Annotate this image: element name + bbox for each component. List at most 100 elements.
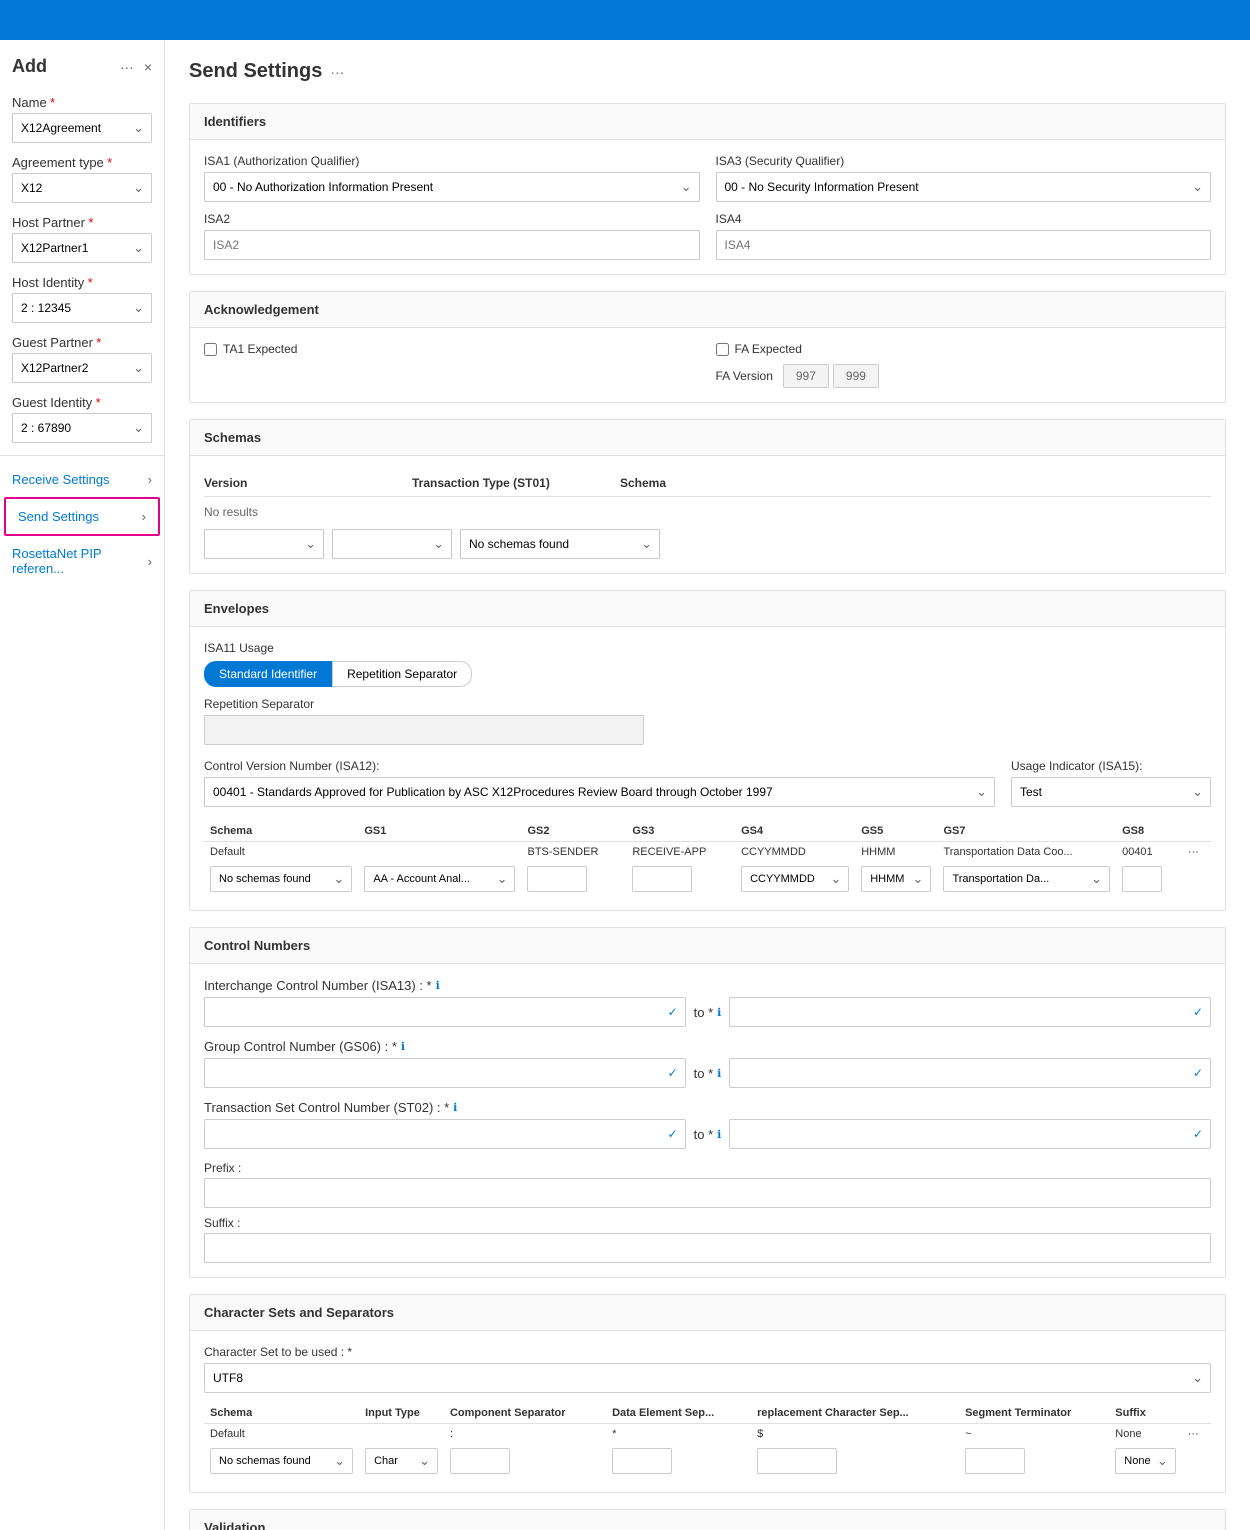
gs-gs5-select-wrapper[interactable]: HHMM: [861, 866, 931, 892]
toggle-standard-identifier-button[interactable]: Standard Identifier: [204, 661, 332, 687]
cs-schema-select[interactable]: No schemas found: [210, 1448, 353, 1474]
host-identity-select-wrapper[interactable]: 2 : 12345: [12, 293, 152, 323]
gs06-input[interactable]: 1: [204, 1058, 686, 1088]
isa1-label: ISA1 (Authorization Qualifier): [204, 154, 700, 168]
charset-select-wrapper[interactable]: UTF8: [204, 1363, 1211, 1393]
fa-checkbox[interactable]: [716, 343, 729, 356]
guest-identity-select[interactable]: 2 : 67890: [12, 413, 152, 443]
cs-suffix-select-wrapper[interactable]: None: [1115, 1448, 1175, 1474]
toggle-repetition-separator-button[interactable]: Repetition Separator: [332, 661, 472, 687]
host-partner-select[interactable]: X12Partner1: [12, 233, 152, 263]
name-field-group: Name * X12Agreement: [0, 89, 164, 149]
gs-gs7-select-wrapper[interactable]: Transportation Da...: [943, 866, 1110, 892]
isa3-label: ISA3 (Security Qualifier): [716, 154, 1212, 168]
cs-replacement-sep-input[interactable]: [757, 1448, 837, 1474]
cs-data-elem-sep-input[interactable]: [612, 1448, 672, 1474]
gs-gs5-select[interactable]: HHMM: [861, 866, 931, 892]
gs-gs7-select[interactable]: Transportation Da...: [943, 866, 1110, 892]
isa3-select-wrapper[interactable]: 00 - No Security Information Present: [716, 172, 1212, 202]
guest-identity-select-wrapper[interactable]: 2 : 67890: [12, 413, 152, 443]
guest-partner-select-wrapper[interactable]: X12Partner2: [12, 353, 152, 383]
send-settings-arrow-icon: ›: [142, 509, 146, 524]
gs-gs4-select[interactable]: CCYYMMDD: [741, 866, 849, 892]
sidebar-close-button[interactable]: ×: [144, 59, 152, 75]
ui-select[interactable]: Test: [1011, 777, 1211, 807]
isa2-input[interactable]: [204, 230, 700, 260]
gs-gs1-select-wrapper[interactable]: AA - Account Anal...: [364, 866, 515, 892]
gs-schema-select-cell: No schemas found: [204, 862, 358, 896]
cs-suffix-select[interactable]: None: [1115, 1448, 1175, 1474]
envelopes-section: Envelopes ISA11 Usage Standard Identifie…: [189, 590, 1226, 911]
host-partner-select-wrapper[interactable]: X12Partner1: [12, 233, 152, 263]
page-title: Send Settings: [189, 60, 322, 83]
isa13-input[interactable]: 1: [204, 997, 686, 1027]
gs06-to-input[interactable]: 999999999: [729, 1058, 1211, 1088]
gs-gs3-input-cell: [626, 862, 735, 896]
gs-table: Schema GS1 GS2 GS3 GS4 GS5 GS7 GS8: [204, 821, 1211, 896]
gs06-info-icon: ℹ: [401, 1040, 405, 1053]
rep-separator-input[interactable]: U: [204, 715, 644, 745]
name-select-wrapper[interactable]: X12Agreement: [12, 113, 152, 143]
isa13-to-input[interactable]: 999999999: [729, 997, 1211, 1027]
sidebar-item-rosettanet[interactable]: RosettaNet PIP referen... ›: [0, 536, 164, 586]
ta1-checkbox[interactable]: [204, 343, 217, 356]
gs-schema-select-wrapper[interactable]: No schemas found: [210, 866, 352, 892]
cs-input-type-select-wrapper[interactable]: Char: [365, 1448, 438, 1474]
fa-version-997-button[interactable]: 997: [783, 364, 829, 388]
sidebar-item-receive-settings[interactable]: Receive Settings ›: [0, 462, 164, 497]
gs-gs1-select[interactable]: AA - Account Anal...: [364, 866, 515, 892]
isa1-select-wrapper[interactable]: 00 - No Authorization Information Presen…: [204, 172, 700, 202]
identifiers-header: Identifiers: [190, 104, 1225, 140]
isa4-input[interactable]: [716, 230, 1212, 260]
isa1-select[interactable]: 00 - No Authorization Information Presen…: [204, 172, 700, 202]
schema-transaction-select[interactable]: [332, 529, 452, 559]
prefix-input[interactable]: [204, 1178, 1211, 1208]
agreement-type-select[interactable]: X12: [12, 173, 152, 203]
gs-add-row: No schemas found AA - Account Anal...: [204, 862, 1211, 896]
cs-suffix-select-cell: None: [1109, 1444, 1181, 1478]
cs-schema-select-wrapper[interactable]: No schemas found: [210, 1448, 353, 1474]
cs-segment-term-input[interactable]: [965, 1448, 1025, 1474]
ui-label: Usage Indicator (ISA15):: [1011, 759, 1211, 773]
gs06-to-check-icon: ✓: [1193, 1066, 1203, 1080]
isa2-field: ISA2: [204, 212, 700, 260]
isa13-info-icon: ℹ: [436, 979, 440, 992]
cv-select[interactable]: 00401 - Standards Approved for Publicati…: [204, 777, 995, 807]
cs-default-label: Default: [204, 1424, 359, 1445]
no-results-text: No results: [204, 505, 1211, 519]
schema-transaction-select-wrapper[interactable]: [332, 529, 452, 559]
isa3-select[interactable]: 00 - No Security Information Present: [716, 172, 1212, 202]
host-identity-select[interactable]: 2 : 12345: [12, 293, 152, 323]
schema-version-select-wrapper[interactable]: [204, 529, 324, 559]
gs-schema-select[interactable]: No schemas found: [210, 866, 352, 892]
cs-default-component-sep: :: [444, 1424, 606, 1445]
agreement-type-select-wrapper[interactable]: X12: [12, 173, 152, 203]
guest-partner-select[interactable]: X12Partner2: [12, 353, 152, 383]
sidebar-item-send-settings[interactable]: Send Settings ›: [4, 497, 160, 536]
gs-gs2-input[interactable]: [527, 866, 587, 892]
main-more-icon[interactable]: ···: [330, 64, 344, 80]
st02-to-input[interactable]: 999999999: [729, 1119, 1211, 1149]
st02-input[interactable]: 1: [204, 1119, 686, 1149]
agreement-type-field-group: Agreement type * X12: [0, 149, 164, 209]
name-select[interactable]: X12Agreement: [12, 113, 152, 143]
ui-select-wrapper[interactable]: Test: [1011, 777, 1211, 807]
gs-gs4-select-wrapper[interactable]: CCYYMMDD: [741, 866, 849, 892]
charset-select[interactable]: UTF8: [204, 1363, 1211, 1393]
suffix-input[interactable]: [204, 1233, 1211, 1263]
schema-name-select[interactable]: No schemas found: [460, 529, 660, 559]
schema-name-select-wrapper[interactable]: No schemas found: [460, 529, 660, 559]
gs-gs8-input[interactable]: [1122, 866, 1162, 892]
schemas-header: Schemas: [190, 420, 1225, 456]
cs-data-elem-sep-input-cell: [606, 1444, 751, 1478]
cv-select-wrapper[interactable]: 00401 - Standards Approved for Publicati…: [204, 777, 995, 807]
cs-input-type-select[interactable]: Char: [365, 1448, 438, 1474]
cs-component-sep-input[interactable]: [450, 1448, 510, 1474]
gs-default-gs1-val: [358, 842, 521, 863]
sidebar-more-button[interactable]: ···: [120, 59, 134, 75]
gs-gs3-input[interactable]: [632, 866, 692, 892]
charset-field: Character Set to be used : * UTF8: [204, 1345, 1211, 1393]
st02-to-input-wrap: 999999999 ✓: [729, 1119, 1211, 1149]
schema-version-select[interactable]: [204, 529, 324, 559]
fa-version-999-button[interactable]: 999: [833, 364, 879, 388]
